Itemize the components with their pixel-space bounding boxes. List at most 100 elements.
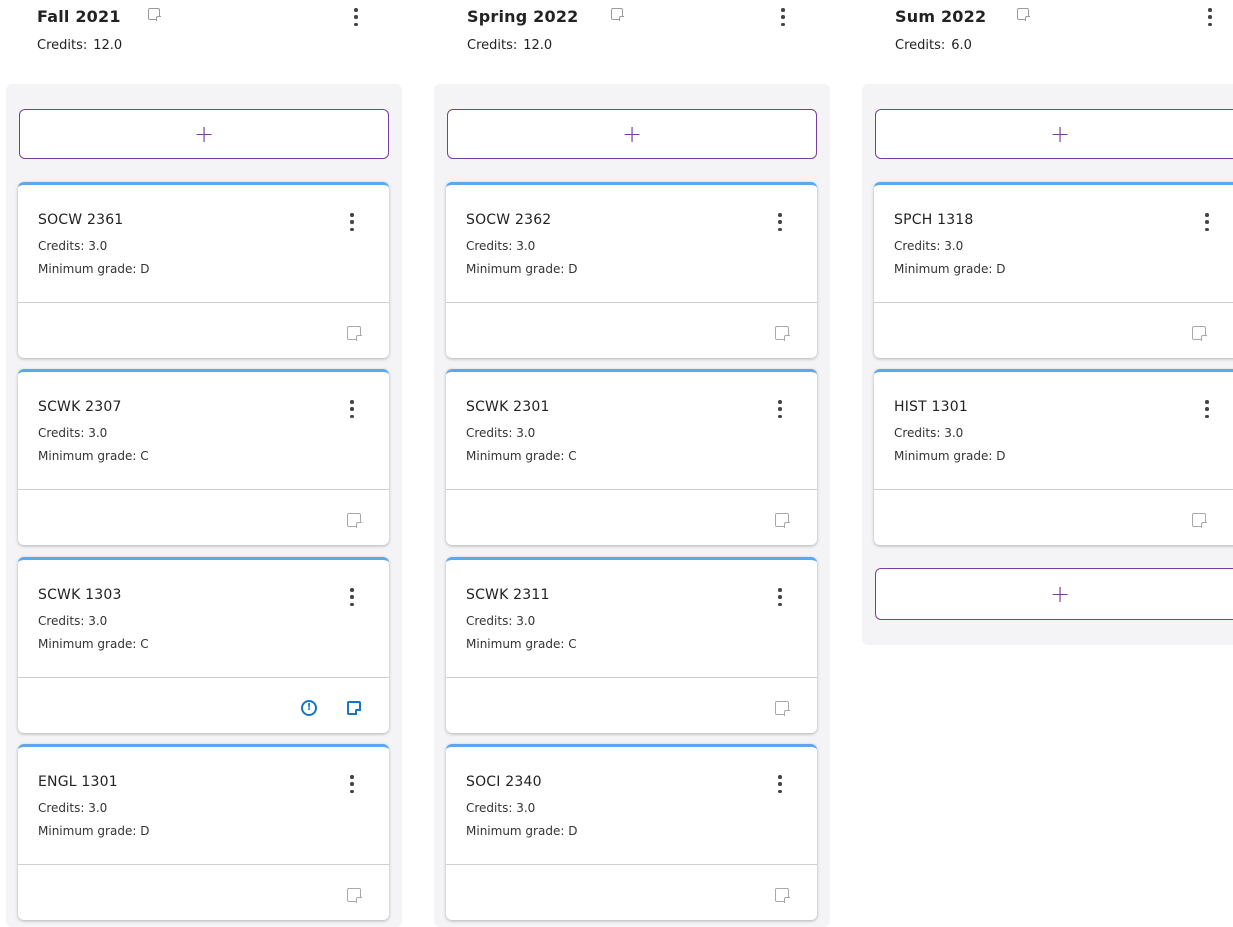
course-note-icon[interactable] — [1192, 513, 1207, 528]
course-credits: Credits: 3.0 — [38, 239, 108, 253]
term-header: Fall 2021 Credits: 12.0 — [37, 0, 407, 84]
course-card[interactable]: SOCI 2340 Credits: 3.0 Minimum grade: D — [446, 744, 817, 920]
term-header: Sum 2022 Credits: 6.0 — [895, 0, 1233, 84]
card-divider — [18, 302, 389, 303]
add-course-button[interactable]: + — [19, 109, 389, 159]
term-body-spring-2022: + SOCW 2362 Credits: 3.0 Minimum grade: … — [434, 84, 830, 927]
course-note-icon[interactable] — [347, 888, 362, 903]
term-note-icon[interactable] — [611, 8, 624, 21]
course-note-icon[interactable] — [775, 513, 790, 528]
term-menu-icon[interactable] — [354, 8, 358, 26]
course-min-grade: Minimum grade: C — [466, 637, 577, 651]
course-menu-icon[interactable] — [350, 775, 354, 793]
term-header: Spring 2022 Credits: 12.0 — [467, 0, 837, 84]
term-note-icon[interactable] — [1017, 8, 1030, 21]
term-note-icon[interactable] — [148, 8, 161, 21]
term-menu-icon[interactable] — [781, 8, 785, 26]
add-course-button[interactable]: + — [447, 109, 817, 159]
term-column-fall-2021: Fall 2021 Credits: 12.0 — [37, 0, 407, 84]
course-min-grade: Minimum grade: D — [466, 824, 578, 838]
course-code: SOCW 2362 — [466, 212, 552, 228]
term-body-sum-2022: + SPCH 1318 Credits: 3.0 Minimum grade: … — [862, 84, 1233, 645]
course-menu-icon[interactable] — [1205, 213, 1209, 231]
course-menu-icon[interactable] — [350, 588, 354, 606]
term-credits-label: Credits: — [467, 38, 518, 53]
course-credits: Credits: 3.0 — [38, 614, 108, 628]
course-menu-icon[interactable] — [1205, 400, 1209, 418]
course-code: SCWK 2311 — [466, 587, 550, 603]
course-min-grade: Minimum grade: D — [38, 824, 150, 838]
card-divider — [18, 489, 389, 490]
course-note-icon[interactable] — [347, 326, 362, 341]
term-credits: Credits: 12.0 — [37, 38, 122, 53]
course-code: SCWK 1303 — [38, 587, 122, 603]
course-note-icon[interactable] — [1192, 326, 1207, 341]
term-credits-label: Credits: — [37, 38, 88, 53]
term-credits: Credits: 12.0 — [467, 38, 552, 53]
course-card[interactable]: SCWK 2311 Credits: 3.0 Minimum grade: C — [446, 557, 817, 733]
term-column-spring-2022: Spring 2022 Credits: 12.0 — [467, 0, 837, 84]
card-divider — [446, 302, 817, 303]
course-credits: Credits: 3.0 — [466, 614, 536, 628]
course-credits: Credits: 3.0 — [894, 426, 964, 440]
course-card[interactable]: SCWK 1303 Credits: 3.0 Minimum grade: C … — [18, 557, 389, 733]
course-credits: Credits: 3.0 — [466, 426, 536, 440]
course-credits: Credits: 3.0 — [894, 239, 964, 253]
add-course-button[interactable]: + — [875, 109, 1233, 159]
term-credits-value: 6.0 — [951, 38, 972, 53]
card-divider — [874, 489, 1233, 490]
course-menu-icon[interactable] — [350, 213, 354, 231]
course-note-icon[interactable] — [775, 888, 790, 903]
course-card[interactable]: SPCH 1318 Credits: 3.0 Minimum grade: D — [874, 182, 1233, 358]
course-note-icon[interactable] — [775, 326, 790, 341]
alert-circle-icon[interactable]: ! — [301, 700, 317, 716]
course-credits: Credits: 3.0 — [466, 801, 536, 815]
course-menu-icon[interactable] — [778, 588, 782, 606]
card-divider — [446, 864, 817, 865]
term-title: Sum 2022 — [895, 7, 987, 26]
course-note-icon[interactable] — [347, 701, 361, 715]
course-code: SOCW 2361 — [38, 212, 124, 228]
term-body-fall-2021: + SOCW 2361 Credits: 3.0 Minimum grade: … — [6, 84, 402, 927]
card-divider — [874, 302, 1233, 303]
term-credits-value: 12.0 — [523, 38, 553, 53]
term-title: Fall 2021 — [37, 7, 121, 26]
course-code: HIST 1301 — [894, 399, 968, 415]
course-min-grade: Minimum grade: D — [894, 262, 1006, 276]
course-min-grade: Minimum grade: D — [466, 262, 578, 276]
course-code: SPCH 1318 — [894, 212, 974, 228]
course-menu-icon[interactable] — [778, 775, 782, 793]
course-min-grade: Minimum grade: D — [894, 449, 1006, 463]
term-credits-label: Credits: — [895, 38, 946, 53]
add-course-button-bottom[interactable]: + — [875, 568, 1233, 620]
course-min-grade: Minimum grade: D — [38, 262, 150, 276]
course-note-icon[interactable] — [775, 701, 790, 716]
course-code: SOCI 2340 — [466, 774, 542, 790]
course-min-grade: Minimum grade: C — [466, 449, 577, 463]
course-note-icon[interactable] — [347, 513, 362, 528]
course-credits: Credits: 3.0 — [38, 426, 108, 440]
term-menu-icon[interactable] — [1208, 8, 1212, 26]
card-divider — [446, 677, 817, 678]
course-min-grade: Minimum grade: C — [38, 449, 149, 463]
course-card[interactable]: SCWK 2301 Credits: 3.0 Minimum grade: C — [446, 369, 817, 545]
course-card[interactable]: SOCW 2361 Credits: 3.0 Minimum grade: D — [18, 182, 389, 358]
course-code: SCWK 2301 — [466, 399, 550, 415]
course-card[interactable]: SCWK 2307 Credits: 3.0 Minimum grade: C — [18, 369, 389, 545]
course-min-grade: Minimum grade: C — [38, 637, 149, 651]
course-card[interactable]: SOCW 2362 Credits: 3.0 Minimum grade: D — [446, 182, 817, 358]
course-menu-icon[interactable] — [778, 213, 782, 231]
term-column-sum-2022: Sum 2022 Credits: 6.0 — [895, 0, 1233, 84]
course-card[interactable]: ENGL 1301 Credits: 3.0 Minimum grade: D — [18, 744, 389, 920]
card-divider — [18, 677, 389, 678]
course-code: ENGL 1301 — [38, 774, 118, 790]
term-title: Spring 2022 — [467, 7, 579, 26]
card-divider — [446, 489, 817, 490]
course-credits: Credits: 3.0 — [466, 239, 536, 253]
course-credits: Credits: 3.0 — [38, 801, 108, 815]
card-divider — [18, 864, 389, 865]
course-card[interactable]: HIST 1301 Credits: 3.0 Minimum grade: D — [874, 369, 1233, 545]
course-menu-icon[interactable] — [778, 400, 782, 418]
course-menu-icon[interactable] — [350, 400, 354, 418]
term-credits-value: 12.0 — [93, 38, 123, 53]
